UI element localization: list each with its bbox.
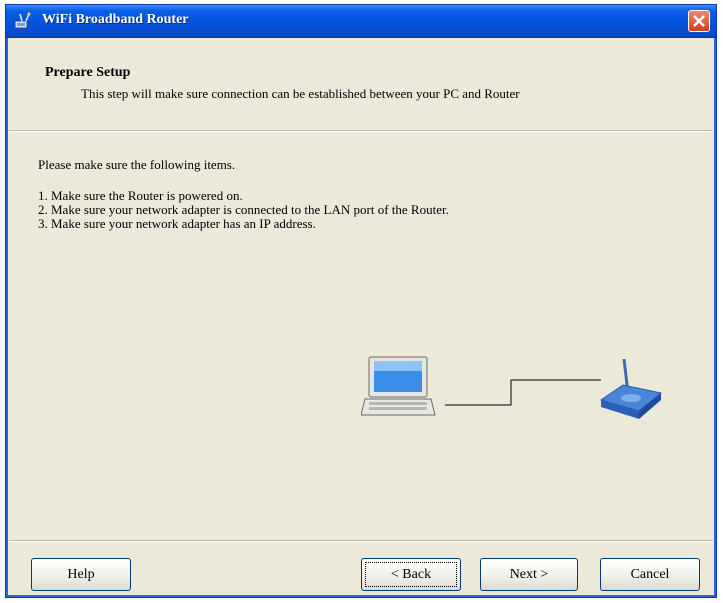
setup-wizard-window: WiFi Broadband Router Prepare Setup This…: [5, 4, 717, 598]
checklist: 1. Make sure the Router is powered on. 2…: [38, 189, 449, 231]
next-button[interactable]: Next >: [480, 558, 578, 591]
step-title: Prepare Setup: [45, 65, 131, 80]
cancel-button[interactable]: Cancel: [600, 558, 700, 591]
back-button[interactable]: < Back: [361, 558, 461, 591]
close-button[interactable]: [688, 10, 710, 32]
wizard-header: Prepare Setup This step will make sure c…: [9, 38, 713, 131]
window-title: WiFi Broadband Router: [42, 12, 189, 27]
title-bar[interactable]: WiFi Broadband Router: [6, 5, 716, 38]
step-subtitle: This step will make sure connection can …: [81, 86, 520, 101]
connection-diagram: [360, 355, 671, 435]
checklist-item: 2. Make sure your network adapter is con…: [38, 202, 449, 217]
checklist-item: 3. Make sure your network adapter has an…: [38, 216, 316, 231]
footer-divider: [9, 540, 713, 542]
intro-text: Please make sure the following items.: [38, 157, 236, 172]
help-button[interactable]: Help: [31, 558, 131, 591]
close-icon: [693, 15, 705, 27]
header-divider: [9, 131, 713, 132]
computer-icon: [360, 356, 436, 416]
network-cable: [445, 379, 601, 406]
router-icon: [599, 358, 663, 419]
checklist-item: 1. Make sure the Router is powered on.: [38, 188, 243, 203]
router-app-icon: [14, 12, 34, 30]
